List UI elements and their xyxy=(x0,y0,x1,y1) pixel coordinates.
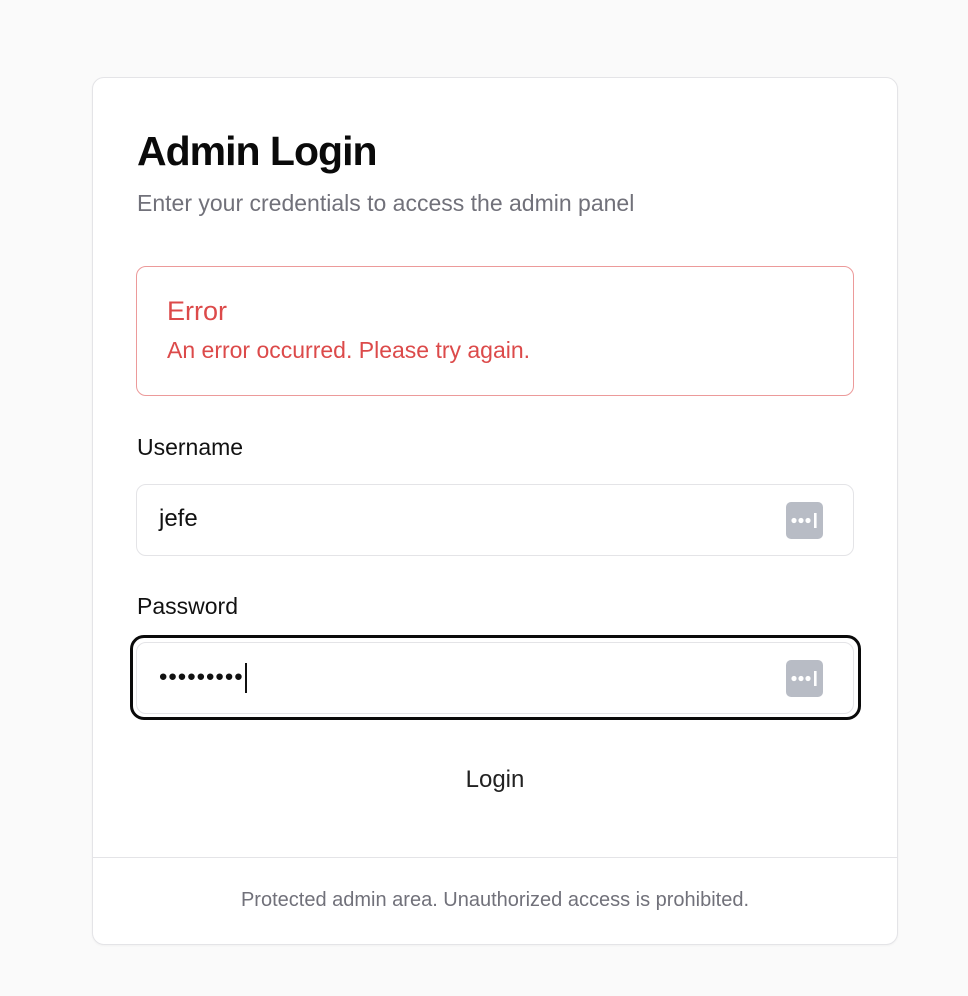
username-input[interactable]: jefe xyxy=(136,484,854,556)
password-input[interactable]: ••••••••• xyxy=(136,642,854,714)
password-value: ••••••••• xyxy=(159,663,247,693)
password-manager-icon[interactable] xyxy=(786,502,823,539)
footer-divider xyxy=(93,857,897,858)
password-manager-icon[interactable] xyxy=(786,660,823,697)
error-alert-message: An error occurred. Please try again. xyxy=(167,337,531,363)
page-subtitle: Enter your credentials to access the adm… xyxy=(137,190,635,216)
login-button[interactable]: Login xyxy=(423,758,567,802)
username-label: Username xyxy=(137,434,244,460)
username-value: jefe xyxy=(159,505,198,532)
text-caret xyxy=(244,663,247,693)
login-card: Admin Login Enter your credentials to ac… xyxy=(92,77,898,945)
error-alert: Error An error occurred. Please try agai… xyxy=(136,266,854,396)
footer-notice: Protected admin area. Unauthorized acces… xyxy=(240,889,750,911)
password-label: Password xyxy=(137,593,238,619)
error-alert-title: Error xyxy=(167,296,227,326)
page-title: Admin Login xyxy=(137,128,378,174)
